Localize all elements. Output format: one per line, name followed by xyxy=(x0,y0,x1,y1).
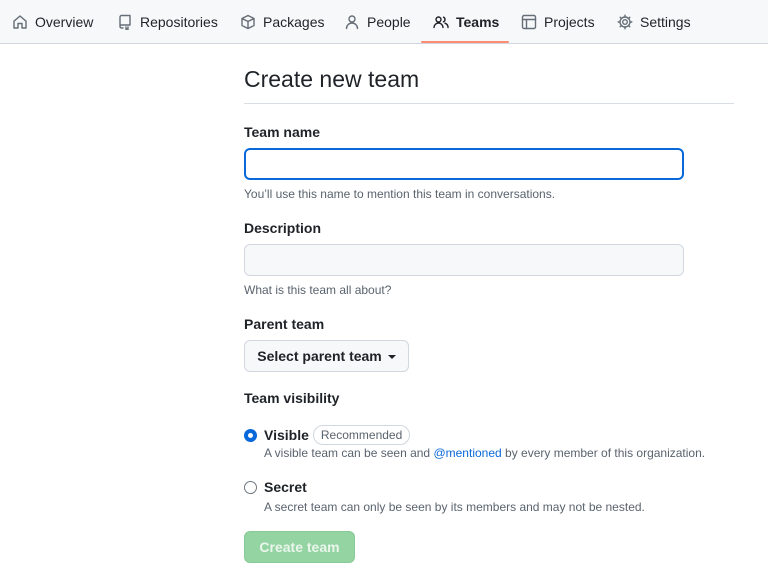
select-parent-team-button[interactable]: Select parent team xyxy=(244,340,409,372)
caret-down-icon xyxy=(387,354,396,359)
nav-item-overview[interactable]: Overview xyxy=(12,0,93,44)
create-team-button[interactable]: Create team xyxy=(244,531,355,563)
gear-icon xyxy=(617,14,633,30)
visible-description-text-end: by every member of this organization. xyxy=(501,446,706,460)
team-visibility-label: Team visibility xyxy=(244,390,340,406)
description-label: Description xyxy=(244,220,322,236)
description-hint: What is this team all about? xyxy=(244,283,392,297)
person-icon xyxy=(345,15,359,30)
nav-item-repositories[interactable]: Repositories xyxy=(117,0,218,44)
package-icon xyxy=(241,14,255,30)
page-title: Create new team xyxy=(244,66,420,92)
nav-item-label: Overview xyxy=(35,14,94,30)
description-input[interactable] xyxy=(244,244,684,276)
nav-item-teams[interactable]: Teams xyxy=(433,0,499,44)
nav-item-label: Teams xyxy=(456,14,500,30)
nav-item-settings[interactable]: Settings xyxy=(617,0,691,44)
team-name-input[interactable] xyxy=(244,148,684,180)
home-icon xyxy=(13,15,27,29)
secret-radio[interactable] xyxy=(244,480,257,494)
secret-description: A secret team can only be seen by its me… xyxy=(264,500,645,514)
org-navigation: Overview Repositories Packages People Te… xyxy=(0,0,768,44)
visibility-option-visible[interactable]: Visible Recommended xyxy=(244,425,411,445)
visibility-option-secret[interactable]: Secret xyxy=(244,479,307,495)
active-tab-indicator xyxy=(421,41,509,43)
nav-item-packages[interactable]: Packages xyxy=(240,0,324,44)
title-divider xyxy=(244,103,734,104)
nav-item-label: Projects xyxy=(544,14,595,30)
mentioned-link[interactable]: @mentioned xyxy=(433,446,501,460)
repo-icon xyxy=(119,14,131,30)
visible-description-text: A visible team can be seen and xyxy=(264,446,434,460)
visible-radio[interactable] xyxy=(244,428,257,442)
select-parent-team-label: Select parent team xyxy=(257,348,382,364)
team-name-hint: You’ll use this name to mention this tea… xyxy=(244,187,556,201)
nav-item-label: Repositories xyxy=(140,14,218,30)
visible-description: A visible team can be seen and @mentione… xyxy=(264,446,705,460)
nav-item-people[interactable]: People xyxy=(344,0,411,44)
team-name-label: Team name xyxy=(244,124,320,140)
nav-item-label: People xyxy=(367,14,411,30)
parent-team-label: Parent team xyxy=(244,316,325,332)
visible-label: Visible xyxy=(264,427,309,443)
recommended-badge: Recommended xyxy=(312,425,411,445)
table-icon xyxy=(521,14,537,30)
secret-label: Secret xyxy=(264,479,307,495)
nav-item-label: Settings xyxy=(640,14,691,30)
nav-item-projects[interactable]: Projects xyxy=(521,0,595,44)
nav-item-label: Packages xyxy=(263,14,325,30)
people-icon xyxy=(433,16,449,29)
